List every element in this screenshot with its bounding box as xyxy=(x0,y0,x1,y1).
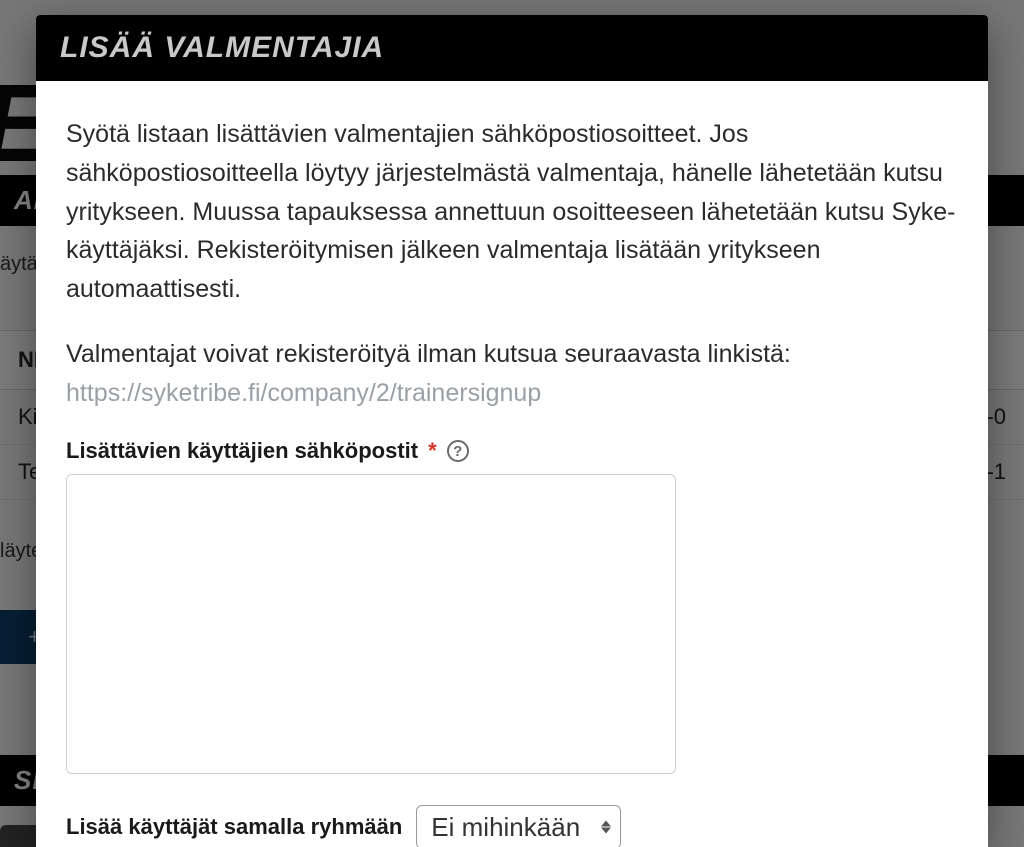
signup-link[interactable]: https://syketribe.fi/company/2/trainersi… xyxy=(66,379,541,407)
intro-paragraph-2: Valmentajat voivat rekisteröityä ilman k… xyxy=(66,335,958,413)
emails-field: Lisättävien käyttäjien sähköpostit * ? xyxy=(66,438,958,779)
help-icon[interactable]: ? xyxy=(447,440,469,462)
modal-title: LISÄÄ VALMENTAJIA xyxy=(60,31,964,65)
modal-header: LISÄÄ VALMENTAJIA xyxy=(36,15,988,81)
intro-paragraph-1: Syötä listaan lisättävien valmentajien s… xyxy=(66,115,958,309)
group-field: Lisää käyttäjät samalla ryhmään Ei mihin… xyxy=(66,805,958,847)
group-label: Lisää käyttäjät samalla ryhmään xyxy=(66,814,402,840)
modal-body: Syötä listaan lisättävien valmentajien s… xyxy=(36,81,988,847)
group-select-wrap: Ei mihinkään xyxy=(416,805,621,847)
group-select[interactable]: Ei mihinkään xyxy=(416,805,621,847)
add-trainers-modal: LISÄÄ VALMENTAJIA Syötä listaan lisättäv… xyxy=(36,15,988,847)
emails-label: Lisättävien käyttäjien sähköpostit xyxy=(66,438,418,464)
emails-label-row: Lisättävien käyttäjien sähköpostit * ? xyxy=(66,438,958,464)
signup-lead-text: Valmentajat voivat rekisteröityä ilman k… xyxy=(66,340,791,368)
required-asterisk: * xyxy=(428,438,437,464)
emails-textarea[interactable] xyxy=(66,474,676,774)
